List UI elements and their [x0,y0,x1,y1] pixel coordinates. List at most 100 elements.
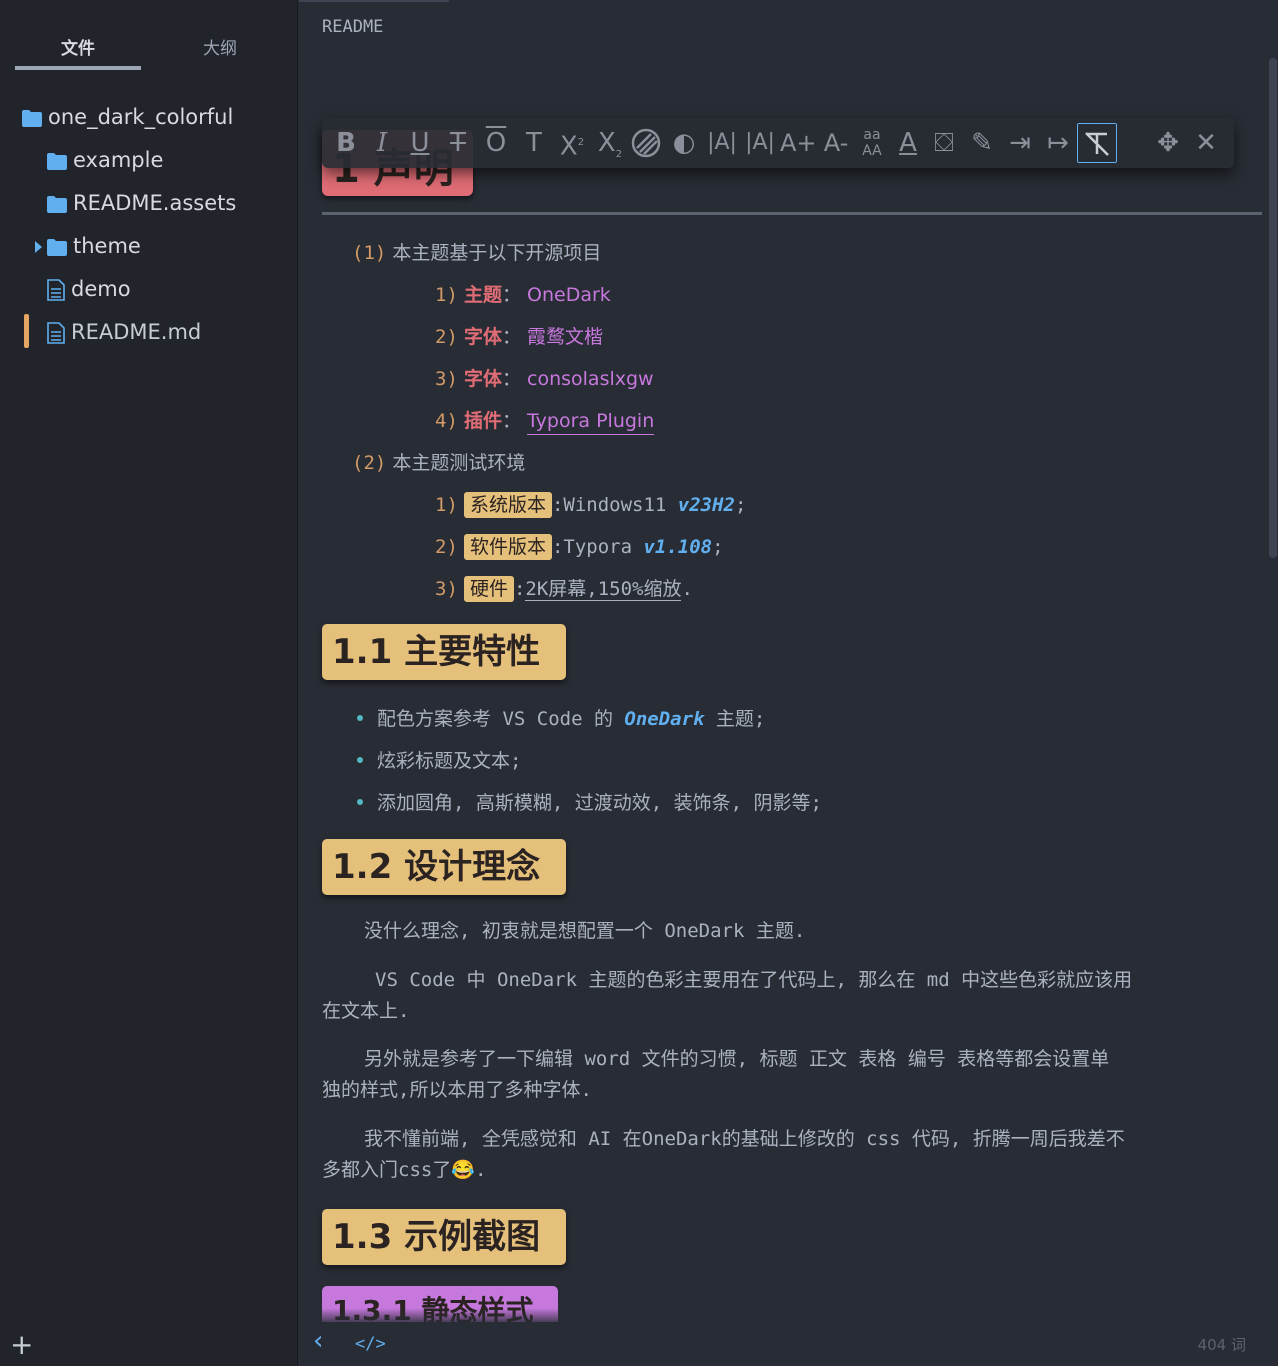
add-icon[interactable]: + [10,1330,33,1360]
format-toolbar: B I U T O T X2 X2 ◐ |A| |A| A+ A- aa AA A… [322,118,1234,168]
paragraph: 另外就是参考了一下编辑 word 文件的习惯, 标题 正文 表格 编号 表格等都… [364,1048,1110,1070]
list-item: (1) 本主题基于以下开源项目 [352,238,601,265]
list-end: ; [712,536,724,558]
highlight-tag: 硬件 [463,576,514,602]
bullet-text: 炫彩标题及文本; [377,750,522,772]
superscript-icon[interactable]: X2 [554,123,590,163]
tree-file-demo[interactable]: demo [47,269,131,309]
list-item: 3) 字体： consolaslxgw [435,364,654,391]
bold-icon[interactable]: B [328,123,364,163]
tab-files[interactable]: 文件 [15,34,141,59]
list-text: 本主题测试环境 [392,452,526,474]
bullet-dot [357,757,363,763]
sidebar-tabs: 文件 大纲 [15,28,283,72]
list-sep: ： [501,410,521,432]
align-left-icon[interactable]: |A| [704,123,740,163]
overline-icon[interactable]: O [478,123,514,163]
list-number: 3) [435,578,458,600]
align-right-icon[interactable]: |A| [742,123,778,163]
list-sep: ： [501,284,521,306]
expand-caret-icon[interactable] [35,241,42,253]
typora-plugin-link[interactable]: Typora Plugin [527,410,655,435]
close-icon[interactable]: ✕ [1188,123,1224,163]
indent-icon[interactable]: ⇥ [1002,123,1038,163]
font-color-icon[interactable]: A [890,123,926,163]
heading-rule [322,212,1262,215]
editor: README 1 声明 B I U T O T X2 X2 ◐ |A| |A| … [299,0,1278,1366]
paragraph-text: . [475,1159,487,1181]
word-count[interactable]: 404 词 [1198,1334,1246,1355]
bullet-text: 主题; [704,708,766,730]
list-sep: ： [501,368,521,390]
clear-format-icon[interactable] [1077,123,1117,163]
tree-folder-theme[interactable]: theme [35,226,141,266]
tree-label: example [73,148,164,172]
list-item: 2) 软件版本:Typora v1.108; [435,532,724,560]
folder-icon [47,152,67,170]
underlined-text: 2K屏幕,150%缩放 [525,578,682,601]
italic-icon[interactable]: I [364,123,400,163]
list-number: 2) [435,326,458,348]
tree-label: README.md [71,320,202,344]
font-decrease-icon[interactable]: A- [818,123,854,163]
list-end: . [681,578,693,600]
version-text: v1.108 [643,536,713,558]
bullet-em: OneDark [624,708,705,730]
list-number: 1) [435,284,458,306]
tree-folder-root[interactable]: one_dark_colorful [22,97,233,137]
list-number: 3) [435,368,458,390]
list-text: : [513,578,526,600]
case-icon[interactable]: aa AA [854,123,890,167]
strikethrough-icon[interactable]: T [440,123,476,163]
bullet-dot [357,799,363,805]
list-number: (1) [352,242,387,264]
move-icon[interactable]: ✥ [1150,123,1186,163]
list-value: consolaslxgw [527,368,654,390]
version-text: v23H2 [677,494,735,516]
underline-icon[interactable]: U [402,123,438,163]
list-number: (2) [352,452,387,474]
list-item: 4) 插件： Typora Plugin [435,406,655,435]
text-icon[interactable]: T [516,123,552,163]
paragraph: 多都入门css了😂. [322,1155,1242,1186]
sidebar: 文件 大纲 one_dark_colorful example README.a… [0,0,298,1366]
tree-label: README.assets [73,191,237,215]
tree-folder-readme-assets[interactable]: README.assets [47,183,236,223]
paragraph: 在文本上. [322,1000,410,1022]
file-icon [47,279,65,301]
font-increase-icon[interactable]: A+ [780,123,817,163]
highlight-tag: 软件版本 [463,534,552,560]
folder-icon [22,109,42,127]
list-key: 字体 [463,326,502,348]
status-bar: ‹ </> 404 词 [299,1308,1278,1366]
hatch-icon[interactable] [628,123,664,163]
fill-color-icon[interactable]: ⛋ [926,123,962,163]
exit-icon[interactable]: ↦ [1040,123,1076,163]
list-key: 主题 [463,284,502,306]
contrast-icon[interactable]: ◐ [666,123,702,163]
list-text: 本主题基于以下开源项目 [392,242,602,264]
bullet-item: 炫彩标题及文本; [377,746,521,773]
heading-2-design: 1.2 设计理念 [322,839,566,895]
subscript-icon[interactable]: X2 [592,123,628,163]
sidebar-toggle-icon[interactable]: ‹ [313,1326,323,1356]
heading-2-screenshots: 1.3 示例截图 [322,1209,566,1265]
list-end: ; [735,494,747,516]
bullet-text: 配色方案参考 VS Code 的 [377,708,625,730]
list-key: 插件 [463,410,502,432]
tree-label: one_dark_colorful [48,105,234,129]
tab-outline[interactable]: 大纲 [157,34,283,59]
source-mode-icon[interactable]: </> [355,1334,386,1354]
highlight-tag: 系统版本 [463,492,552,518]
bullet-dot [357,715,363,721]
highlight-icon[interactable]: ✎ [964,123,1000,163]
list-text: :Windows11 [551,494,678,516]
list-item: 1) 系统版本:Windows11 v23H2; [435,490,747,518]
list-number: 1) [435,494,458,516]
tree-folder-example[interactable]: example [47,140,163,180]
bullet-text: 添加圆角, 高斯模糊, 过渡动效, 装饰条, 阴影等; [377,792,822,814]
document-tab[interactable]: README [299,0,449,50]
tree-file-readme[interactable]: README.md [47,312,201,352]
list-key: 字体 [463,368,502,390]
scrollbar[interactable] [1269,58,1277,558]
